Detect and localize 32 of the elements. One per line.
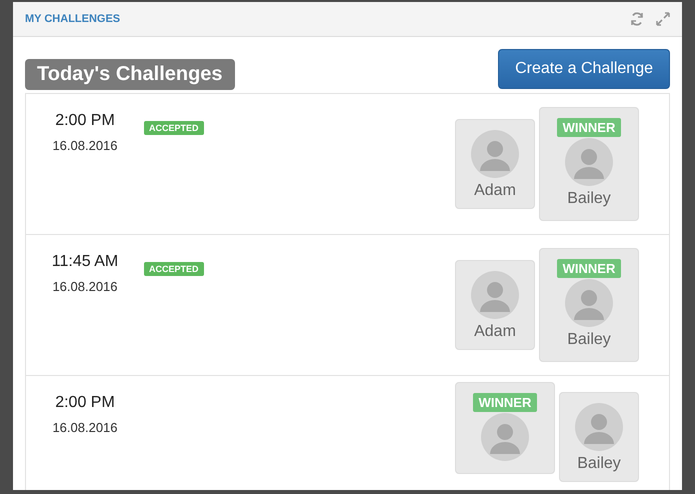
panel-title: MY CHALLENGES [25,13,120,25]
expand-icon[interactable] [656,12,670,26]
player-name: Bailey [567,331,611,349]
player-card[interactable]: Adam [455,119,535,209]
player-name: Adam [474,182,516,200]
challenge-time: 2:00 PM [54,112,116,130]
winner-badge: WINNER [556,259,622,278]
section-heading: Today's Challenges [25,59,235,90]
status-badge: ACCEPTED [144,262,204,276]
avatar-icon [565,138,613,186]
winner-badge: WINNER [556,118,622,137]
challenge-time: 11:45 AM [50,253,120,271]
challenge-date: 16.08.2016 [52,420,118,435]
challenge-date: 16.08.2016 [52,279,118,294]
status-badge: ACCEPTED [144,121,204,135]
player-name: Bailey [577,455,621,473]
player-card[interactable]: Bailey [559,392,639,482]
create-challenge-button[interactable]: Create a Challenge [498,49,670,89]
player-card[interactable]: WINNER Bailey [539,107,639,221]
player-name: Bailey [567,190,611,208]
refresh-icon[interactable] [630,12,644,26]
challenge-date: 16.08.2016 [52,138,118,153]
winner-badge: WINNER [472,393,538,412]
avatar-icon [481,413,529,461]
player-name: Adam [474,323,516,341]
challenge-time: 2:00 PM [54,394,116,412]
avatar-icon [575,403,623,451]
avatar-icon [565,279,613,327]
player-card[interactable]: WINNER Bailey [539,248,639,362]
avatar-icon [471,271,519,319]
player-card[interactable]: Adam [455,260,535,350]
avatar-icon [471,130,519,178]
